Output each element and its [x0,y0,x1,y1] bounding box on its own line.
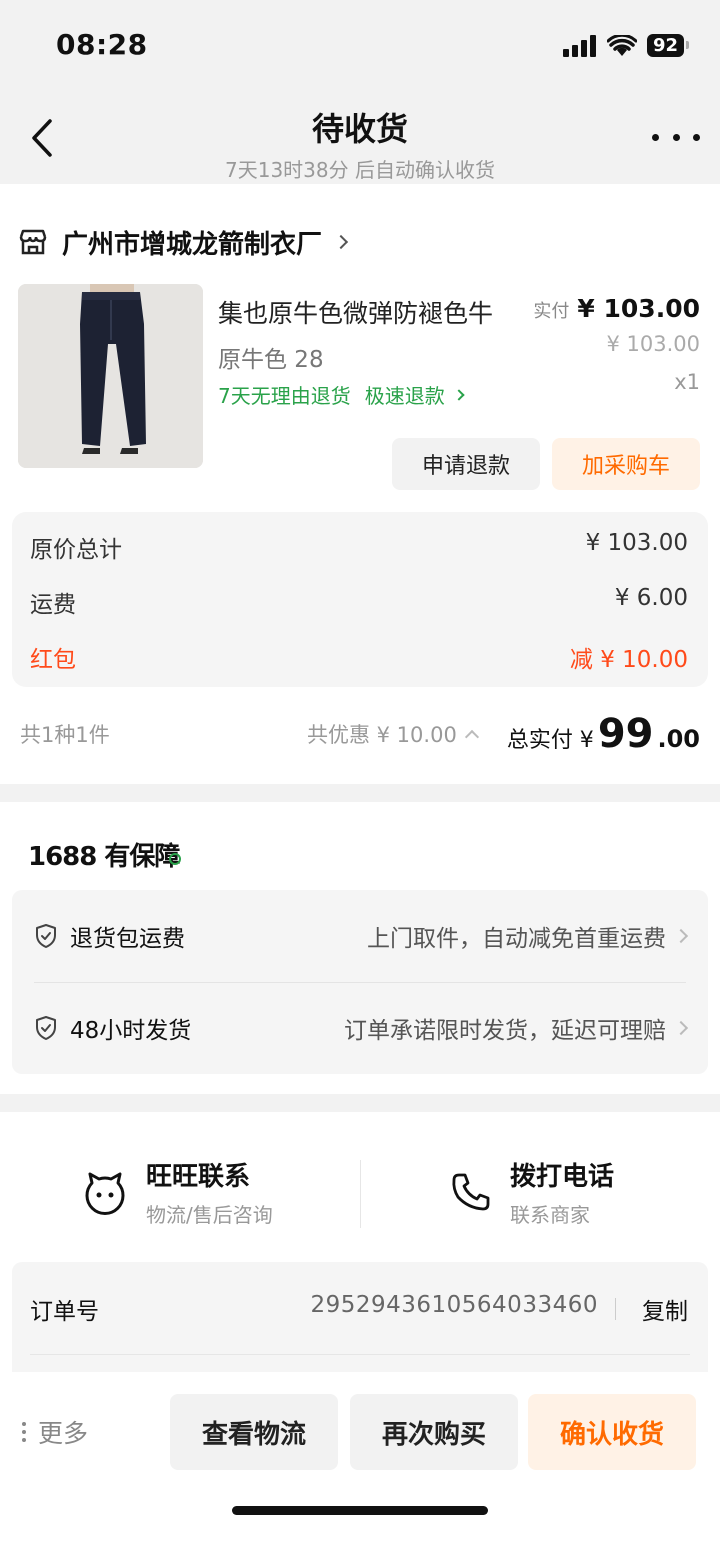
dot-icon [693,133,700,141]
guarantee-item[interactable]: 退货包运费 上门取件，自动减免首重运费 [34,906,689,966]
product-actions: 申请退款 加采购车 [391,438,700,490]
guarantee-check-icon [169,852,182,865]
redpacket-row: 红包 减 ¥ 10.00 [30,640,688,674]
chevron-right-icon [673,928,689,944]
view-logistics-button[interactable]: 查看物流 [170,1394,338,1470]
more-dots-icon [22,1422,26,1442]
chevron-right-icon [673,1020,689,1036]
item-count: 共1种1件 [20,723,110,747]
chevron-up-icon [464,729,479,745]
final-total-cents: .00 [657,725,700,753]
phone-title: 拨打电话 [510,1162,615,1192]
discount-total: 共优惠 ¥ 10.00 [306,723,457,747]
original-total-value: ¥ 103.00 [585,530,688,556]
jeans-image [18,284,203,468]
store-link[interactable]: 广州市增城龙箭制衣厂 [18,224,349,260]
status-time: 08:28 [56,28,148,61]
status-icons: 92 [562,34,690,57]
guarantee-title: 1688 有保障 [28,836,182,873]
signal-icon [562,34,596,57]
more-label: 更多 [38,1419,89,1448]
shipping-row: 运费 ¥ 6.00 [30,585,688,619]
phone-icon [452,1173,490,1211]
more-button[interactable]: 更多 [22,1414,88,1450]
discount-toggle[interactable]: 共优惠 ¥ 10.00 [306,719,479,749]
final-total-label: 总实付 ¥ [506,728,594,753]
order-card: 广州市增城龙箭制衣厂 集也原牛色微弹防褪色牛 原牛色 28 7天无理由退货 极速… [0,184,720,784]
guarantee-label: 退货包运费 [70,926,185,952]
paid-label: 实付 [533,301,570,322]
guarantee-desc: 上门取件，自动减免首重运费 [367,926,666,952]
divider [34,982,686,983]
redpacket-value: 减 ¥ 10.00 [569,647,688,673]
shield-icon [36,924,56,948]
status-bar: 08:28 92 [0,0,720,92]
order-number: 2952943610564033460 [310,1292,598,1318]
guarantee-list: 退货包运费 上门取件，自动减免首重运费 48小时发货 订单承诺限时发货，延迟可理… [12,890,708,1074]
add-to-cart-button[interactable]: 加采购车 [551,438,700,490]
wangwang-icon [85,1172,125,1215]
guarantee-card: 1688 有保障 退货包运费 上门取件，自动减免首重运费 48小时发货 订单承诺… [0,802,720,1094]
redpacket-label: 红包 [30,647,76,673]
store-icon [19,229,47,255]
original-price: ¥ 103.00 [606,332,700,356]
quantity: x1 [674,370,700,394]
product-image[interactable] [18,284,203,468]
buy-again-button[interactable]: 再次购买 [350,1394,518,1470]
chevron-right-icon [453,388,465,401]
order-number-label: 订单号 [30,1299,99,1325]
confirm-receipt-button[interactable]: 确认收货 [528,1394,696,1470]
wangwang-title: 旺旺联系 [146,1162,251,1192]
copy-order-button[interactable]: 复制 [642,1292,688,1326]
shipping-label: 运费 [30,592,76,618]
original-total-row: 原价总计 ¥ 103.00 [30,530,688,564]
refund-tag: 极速退款 [364,384,445,408]
store-name: 广州市增城龙箭制衣厂 [62,229,323,260]
original-total-label: 原价总计 [30,537,122,563]
wangwang-contact-button[interactable]: 旺旺联系 物流/售后咨询 [82,1156,273,1228]
shipping-value: ¥ 6.00 [614,585,688,611]
dot-icon [672,133,680,141]
guarantee-title-text: 1688 有保障 [28,842,180,872]
apply-refund-button[interactable]: 申请退款 [391,438,540,490]
phone-subtitle: 联系商家 [510,1203,590,1227]
wifi-icon [606,34,637,56]
more-menu-button[interactable] [652,122,700,152]
divider [615,1298,616,1320]
product-title[interactable]: 集也原牛色微弹防褪色牛 [218,294,493,330]
total-row: 共1种1件 共优惠 ¥ 10.00 总实付 ¥ 99.00 [20,704,700,764]
home-indicator [232,1506,488,1515]
return-tag: 7天无理由退货 [218,384,351,408]
auto-confirm-countdown: 7天13时38分 后自动确认收货 [225,158,495,182]
nav-bar: 待收货 7天13时38分 后自动确认收货 [0,92,720,184]
final-total-integer: 99 [597,711,654,757]
divider [360,1160,361,1228]
divider [30,1354,690,1355]
page-title: 待收货 [311,110,408,148]
service-tags[interactable]: 7天无理由退货 极速退款 [218,380,465,409]
call-merchant-button[interactable]: 拨打电话 联系商家 [450,1156,614,1228]
final-total: 总实付 ¥ 99.00 [507,711,700,757]
battery-icon: 92 [646,34,690,57]
price-column: 实付 ¥ 103.00 ¥ 103.00 x1 [533,294,700,394]
bottom-action-bar: 更多 查看物流 再次购买 确认收货 [0,1372,720,1558]
wangwang-subtitle: 物流/售后咨询 [146,1203,273,1227]
guarantee-desc: 订单承诺限时发货，延迟可理赔 [344,1018,666,1044]
paid-price: ¥ 103.00 [577,294,700,323]
price-summary: 原价总计 ¥ 103.00 运费 ¥ 6.00 红包 减 ¥ 10.00 [12,512,708,687]
chevron-right-icon [333,234,349,250]
dot-icon [652,133,659,141]
guarantee-item[interactable]: 48小时发货 订单承诺限时发货，延迟可理赔 [34,998,689,1058]
product-spec: 原牛色 28 [218,347,324,373]
shield-icon [36,1016,56,1040]
guarantee-label: 48小时发货 [70,1018,192,1044]
